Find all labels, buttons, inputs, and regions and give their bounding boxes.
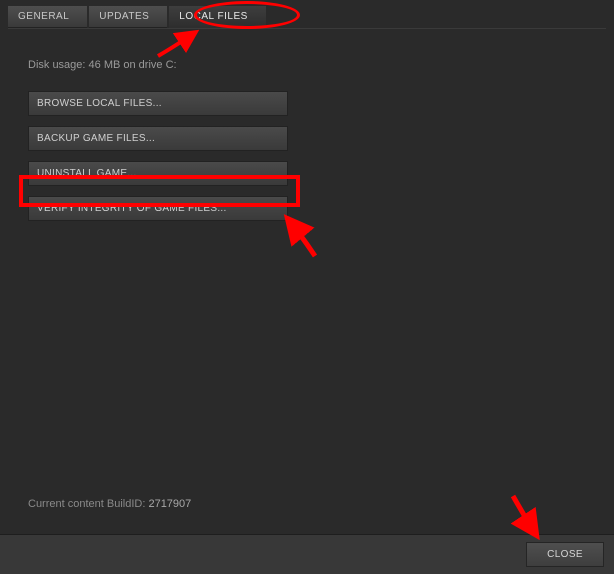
verify-integrity-button[interactable]: VERIFY INTEGRITY OF GAME FILES... <box>28 196 288 221</box>
local-files-panel: Disk usage: 46 MB on drive C: BROWSE LOC… <box>0 29 614 241</box>
build-id-label: Current content BuildID: <box>28 498 145 510</box>
tab-updates[interactable]: UPDATES <box>89 6 167 28</box>
uninstall-game-button[interactable]: UNINSTALL GAME... <box>28 161 288 186</box>
close-button[interactable]: CLOSE <box>526 542 604 567</box>
dialog-footer: CLOSE <box>0 534 614 574</box>
action-buttons: BROWSE LOCAL FILES... BACKUP GAME FILES.… <box>28 91 594 221</box>
browse-local-files-button[interactable]: BROWSE LOCAL FILES... <box>28 91 288 116</box>
disk-usage-label: Disk usage: 46 MB on drive C: <box>28 59 594 71</box>
tab-local-files[interactable]: LOCAL FILES <box>169 6 266 28</box>
backup-game-files-button[interactable]: BACKUP GAME FILES... <box>28 126 288 151</box>
tab-general[interactable]: GENERAL <box>8 6 87 28</box>
annotation-arrow-close <box>507 492 543 540</box>
build-id-row: Current content BuildID: 2717907 <box>28 498 191 510</box>
build-id-value: 2717907 <box>148 498 191 510</box>
tabs-bar: GENERAL UPDATES LOCAL FILES <box>0 0 614 28</box>
